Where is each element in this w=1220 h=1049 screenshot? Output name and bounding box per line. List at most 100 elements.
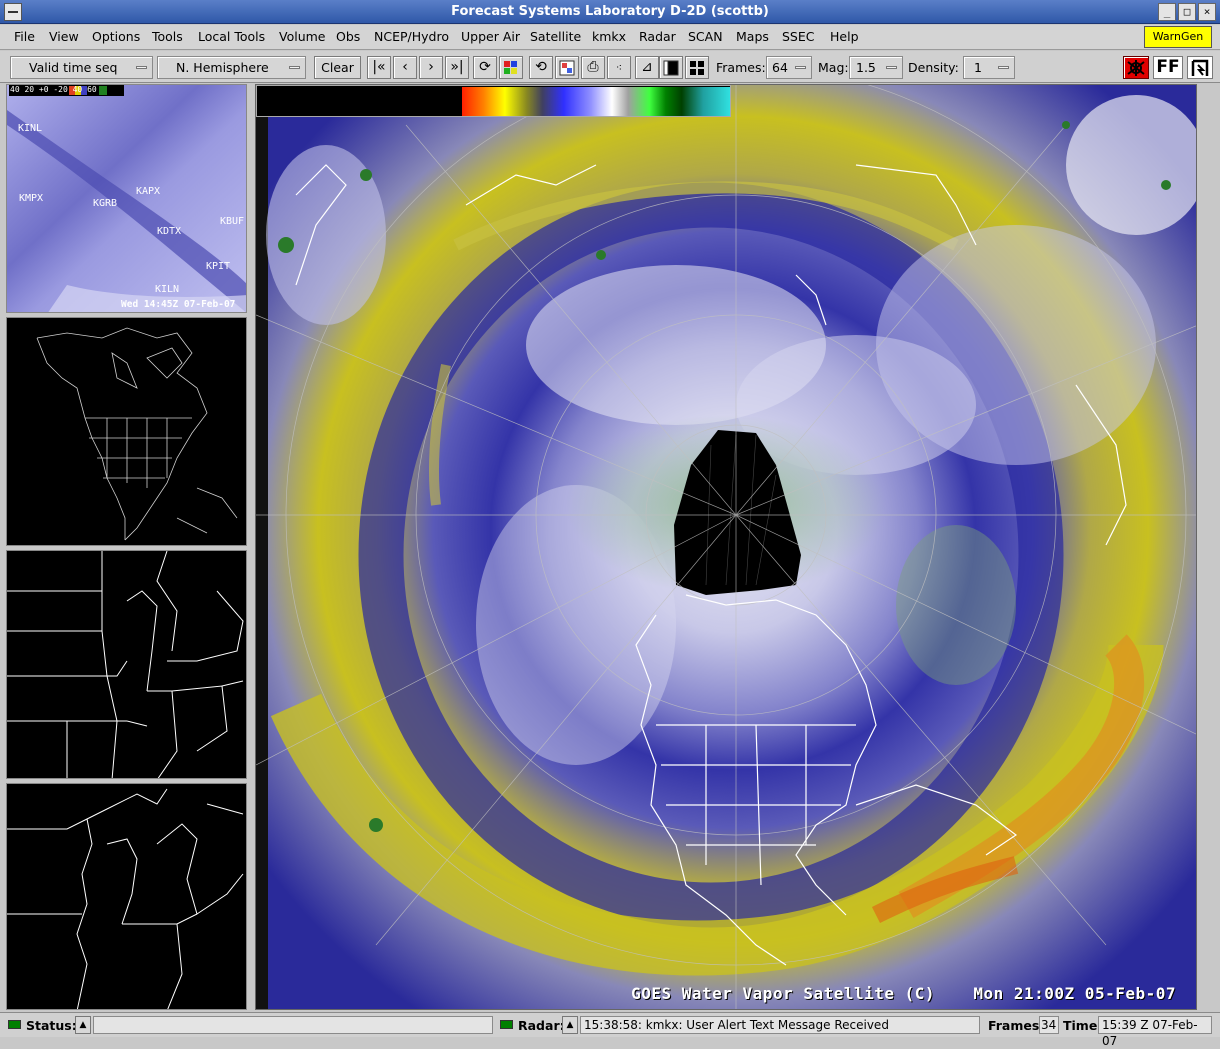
station-label: KAPX (136, 186, 161, 197)
ff-button[interactable]: FF (1153, 56, 1183, 79)
mag-value: 1.5 (856, 60, 876, 75)
menu-local-tools[interactable]: Local Tools (198, 29, 265, 44)
menu-ssec[interactable]: SSEC (782, 29, 815, 44)
menu-ncep-hydro[interactable]: NCEP/Hydro (374, 29, 449, 44)
color-table-button[interactable] (555, 56, 579, 79)
image-properties-button[interactable] (499, 56, 523, 79)
density-value: 1 (974, 60, 982, 75)
menu-upper-air[interactable]: Upper Air (461, 29, 520, 44)
menu-kmkx[interactable]: kmkx (592, 29, 626, 44)
close-button[interactable]: × (1198, 3, 1216, 21)
radar-label: Radar: (518, 1018, 565, 1033)
density-label: Density: (908, 60, 959, 75)
prev-frame-button[interactable]: ‹ (393, 56, 417, 79)
inset-timestamp: Wed 14:45Z 07-Feb-07 (121, 299, 236, 310)
reset-display-button[interactable]: ⟲ (529, 56, 553, 79)
scale-combo[interactable]: N. Hemisphere (157, 56, 306, 79)
station-label: KPIT (206, 261, 231, 272)
loop-button[interactable]: ⟳ (473, 56, 497, 79)
chevron-down-icon (998, 66, 1009, 69)
side-pane-north-america[interactable] (6, 317, 247, 546)
side-pane-great-lakes[interactable] (6, 783, 247, 1010)
pointer-icon: ⊿ (641, 59, 653, 75)
side-pane-satellite[interactable]: 40 20 +0 -20 40 60 KINL KMPX KGRB KAPX K… (6, 84, 247, 313)
menu-options[interactable]: Options (92, 29, 140, 44)
status-time-value: 15:39 Z 07-Feb-07 (1098, 1016, 1212, 1048)
window-title: Forecast Systems Laboratory D-2D (scottb… (451, 4, 769, 19)
scale-value: N. Hemisphere (176, 60, 269, 75)
sample-button[interactable]: ⊿ (635, 56, 659, 79)
image-icon (559, 60, 575, 76)
status-message-field (93, 1016, 493, 1034)
density-points-button[interactable]: ⁖ (607, 56, 631, 79)
menu-tools[interactable]: Tools (152, 29, 183, 44)
minimize-button[interactable]: _ (1158, 3, 1176, 21)
menu-file[interactable]: File (14, 29, 35, 44)
maximize-button[interactable]: □ (1178, 3, 1196, 21)
product-timestamp-label: GOES Water Vapor Satellite (C) Mon 21:00… (631, 984, 1176, 1003)
inset-scale-text: 40 20 +0 -20 40 60 (10, 85, 97, 94)
clear-button[interactable]: Clear (314, 56, 361, 79)
midwest-map (7, 551, 244, 778)
chevron-down-icon (136, 66, 147, 69)
color-scale-bar (256, 85, 731, 117)
last-frame-button[interactable]: »| (445, 56, 469, 79)
great-lakes-map (7, 788, 244, 1009)
status-led-icon (8, 1020, 21, 1029)
radar-expand-button[interactable]: ▲ (562, 1016, 578, 1034)
menu-radar[interactable]: Radar (639, 29, 676, 44)
chevron-right-icon: › (428, 59, 434, 75)
mag-label: Mag: (818, 60, 849, 75)
menu-maps[interactable]: Maps (736, 29, 769, 44)
next-frame-button[interactable]: › (419, 56, 443, 79)
triangle-up-icon: ▲ (566, 1020, 574, 1030)
color-scale-gradient (462, 87, 730, 116)
station-label: KINL (18, 123, 43, 134)
first-frame-button[interactable]: |« (367, 56, 391, 79)
alert-icon (1127, 60, 1145, 76)
status-time-label: Time: (1063, 1018, 1103, 1033)
station-label: KMPX (19, 193, 44, 204)
status-frames-value: 34 (1039, 1016, 1059, 1034)
north-america-map (36, 327, 238, 541)
four-panel-button[interactable] (685, 56, 709, 79)
menu-volume[interactable]: Volume (279, 29, 326, 44)
mag-combo[interactable]: 1.5 (849, 56, 903, 79)
chevron-down-icon (795, 66, 806, 69)
time-mode-combo[interactable]: Valid time seq (10, 56, 153, 79)
dots-icon: ⁖ (615, 61, 623, 74)
first-frame-icon: |« (372, 59, 386, 75)
menu-view[interactable]: View (49, 29, 79, 44)
lightning-icon (1191, 59, 1209, 76)
menu-satellite[interactable]: Satellite (530, 29, 581, 44)
title-bar: Forecast Systems Laboratory D-2D (scottb… (0, 0, 1220, 24)
radar-led-icon (500, 1020, 513, 1029)
density-combo[interactable]: 1 (963, 56, 1015, 79)
triangle-up-icon: ▲ (79, 1020, 87, 1030)
print-button[interactable]: ⎙ (581, 56, 605, 79)
side-pane-midwest[interactable] (6, 550, 247, 779)
frames-label: Frames: (716, 60, 766, 75)
chevron-left-icon: ‹ (402, 59, 408, 75)
menu-bar: File View Options Tools Local Tools Volu… (0, 25, 1220, 50)
station-label: KILN (155, 284, 180, 295)
lightning-button[interactable] (1187, 56, 1213, 79)
single-panel-icon (663, 60, 679, 76)
four-panel-icon (690, 61, 704, 75)
loop-icon: ⟳ (479, 59, 491, 75)
menu-help[interactable]: Help (830, 29, 859, 44)
menu-obs[interactable]: Obs (336, 29, 360, 44)
status-expand-button[interactable]: ▲ (75, 1016, 91, 1034)
printer-icon: ⎙ (587, 59, 599, 75)
menu-scan[interactable]: SCAN (688, 29, 723, 44)
product-label: GOES Water Vapor Satellite (C) (631, 984, 936, 1003)
refresh-icon: ⟲ (535, 59, 547, 75)
toolbar: Valid time seq N. Hemisphere Clear |« ‹ … (0, 51, 1220, 83)
alert-button[interactable] (1123, 56, 1149, 79)
chevron-down-icon (886, 66, 897, 69)
warngen-button[interactable]: WarnGen (1144, 26, 1212, 48)
palette-icon (504, 61, 517, 74)
frames-combo[interactable]: 64 (766, 56, 812, 79)
single-panel-button[interactable] (659, 56, 683, 79)
main-map-pane[interactable]: GOES Water Vapor Satellite (C) Mon 21:00… (255, 84, 1197, 1010)
